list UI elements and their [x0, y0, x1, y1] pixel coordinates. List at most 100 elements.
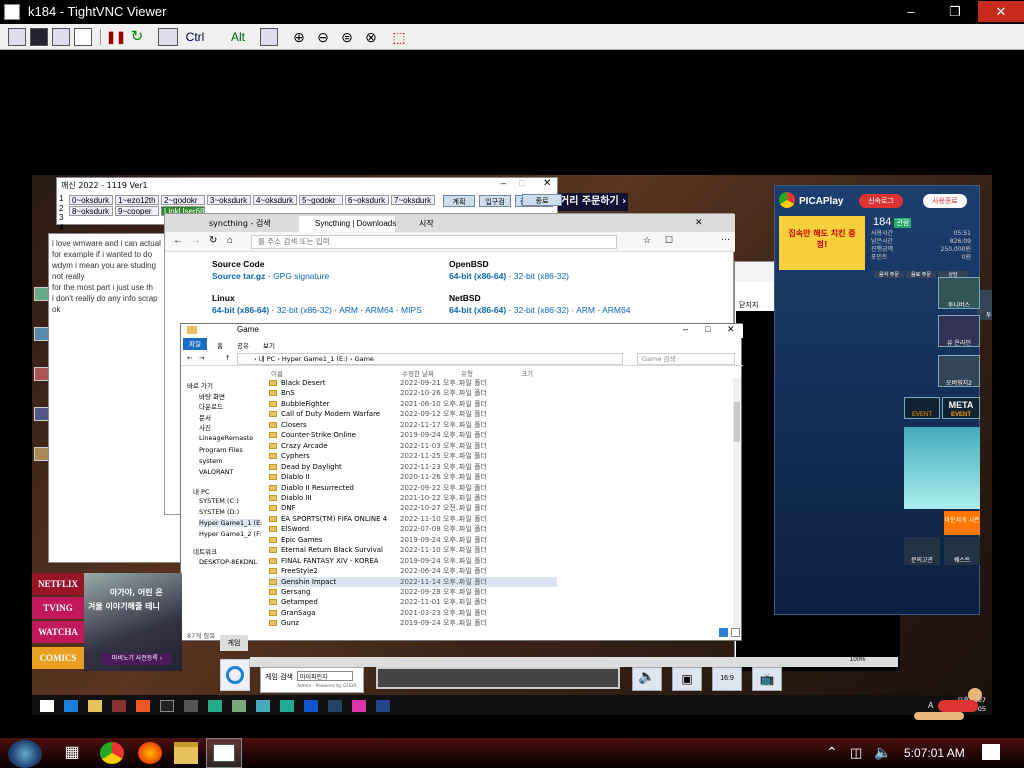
resolution-icon[interactable]: 16:9 — [712, 667, 742, 691]
download-link[interactable]: 64-bit (x86-64) — [449, 271, 506, 281]
file-row[interactable]: Gersang 2022-09-28 오후... 파일 폴더 — [269, 587, 557, 597]
file-row[interactable]: Dead by Daylight 2022-11-23 오후... 파일 폴더 — [269, 462, 557, 472]
tightvnc-taskbar-button[interactable] — [206, 738, 242, 768]
game-tile[interactable]: 오버워치2 — [938, 355, 980, 387]
tving-button[interactable]: TVING — [32, 597, 84, 619]
game-search-input[interactable]: 마이파인자 — [297, 671, 353, 681]
explorer-search-input[interactable]: Game 검색 — [637, 353, 735, 365]
ad-banner[interactable] — [904, 427, 980, 509]
zoom-level[interactable]: 100% — [850, 657, 865, 663]
file-row[interactable]: BubbleFighter 2021-06-10 오후... 파일 폴더 — [269, 399, 557, 409]
explorer-close-icon[interactable]: ✕ — [727, 324, 735, 335]
show-hidden-icons-icon[interactable]: ⌃ — [826, 744, 838, 761]
scrollbar-thumb[interactable] — [734, 402, 740, 442]
breadcrumb-item[interactable]: 내 PC — [259, 355, 276, 363]
file-row[interactable]: FINAL FANTASY XIV - KOREA 2019-09-24 오후..… — [269, 556, 557, 566]
sheet-action-button[interactable]: 종료 — [522, 194, 562, 206]
start-icon[interactable] — [40, 700, 54, 712]
refresh-icon[interactable]: ↻ — [128, 27, 146, 47]
taskbar-app-icon[interactable] — [376, 700, 390, 712]
sheet-cell[interactable]: 2~godokr — [161, 195, 205, 205]
home-icon[interactable]: ⌂ — [227, 235, 233, 246]
breadcrumb-item[interactable]: Hyper Game1_1 (E:) — [282, 355, 348, 363]
ribbon-tab[interactable]: 홈 — [217, 340, 223, 350]
nav-forward-icon[interactable]: → — [199, 354, 204, 362]
info-icon[interactable] — [74, 28, 92, 46]
sheet-minimize-icon[interactable]: – — [501, 178, 506, 188]
file-list-scrollbar[interactable] — [733, 378, 741, 628]
taskbar-app-icon[interactable] — [280, 700, 294, 712]
explorer-minimize-icon[interactable]: – — [683, 324, 688, 334]
sheet-cell[interactable]: 3~oksdurk — [207, 195, 251, 205]
download-link[interactable]: ARM64 — [602, 305, 630, 315]
zoom-auto-icon[interactable]: ⊗ — [362, 27, 380, 47]
quest-button[interactable]: 퀘스트 — [944, 537, 980, 565]
file-row[interactable]: Counter-Strike Online 2019-09-24 오후... 파일 … — [269, 430, 557, 440]
download-link[interactable]: 64-bit (x86-64) — [212, 305, 269, 315]
sheet-cell[interactable]: 4~oksdurk — [253, 195, 297, 205]
file-row[interactable]: DNF 2022-10-27 오전... 파일 폴더 — [269, 503, 557, 513]
volume-icon[interactable]: 🔈 — [632, 667, 662, 691]
comics-button[interactable]: COMICS — [32, 647, 84, 669]
taskbar-app-icon[interactable] — [304, 700, 318, 712]
close-button[interactable]: ✕ — [978, 1, 1024, 22]
breadcrumb[interactable]: › 내 PC › Hyper Game1_1 (E:) › Game — [237, 353, 623, 365]
browser-close-icon[interactable]: ✕ — [695, 217, 703, 228]
chicken-banner[interactable]: 집속만 해도 치킨 증정! — [779, 216, 865, 270]
maximize-button[interactable]: ❐ — [932, 1, 978, 22]
file-row[interactable]: Closers 2022-11-17 오후... 파일 폴더 — [269, 420, 557, 430]
file-row[interactable]: FreeStyle2 2022-06-24 오후... 파일 폴더 — [269, 566, 557, 576]
zoom-in-icon[interactable]: ⊕ — [290, 27, 308, 47]
download-link[interactable]: 32-bit (x86-32) — [514, 305, 569, 315]
back-icon[interactable]: ← — [173, 235, 183, 246]
game-search-box[interactable]: 게임 검색 마이파인자 Admin · Powered by GUDR — [260, 667, 364, 693]
pause-icon[interactable]: ❚❚ — [106, 27, 126, 47]
event-tile[interactable]: EVENT — [904, 397, 940, 419]
file-row[interactable]: GranSaga 2021-03-23 오후... 파일 폴더 — [269, 608, 557, 618]
browser-tab[interactable]: syncthing - 검색 — [193, 216, 285, 232]
download-link[interactable]: ARM64 — [365, 305, 393, 315]
ctrl-key-button[interactable]: Ctrl — [182, 27, 208, 47]
file-row[interactable]: Getamped 2022-11-01 오후... 파일 폴더 — [269, 597, 557, 607]
zoom-100-icon[interactable]: ⊜ — [338, 27, 356, 47]
download-link[interactable]: 32-bit (x86-32) — [277, 305, 332, 315]
sheet-cell[interactable]: 9~cooper — [115, 206, 159, 216]
ribbon-tab[interactable]: 공유 — [237, 340, 249, 350]
file-row[interactable]: Eternal Return Black Survival 2022-11-10 … — [269, 545, 557, 555]
file-row[interactable]: BnS 2022-10-26 오후... 파일 폴더 — [269, 388, 557, 398]
file-row[interactable]: Genshin Impact 2022-11-14 오후... 파일 폴더 — [269, 576, 557, 587]
task-view-icon[interactable]: ▦ — [60, 742, 84, 764]
forward-icon[interactable]: → — [191, 235, 201, 246]
download-link[interactable]: ARM — [576, 305, 595, 315]
sheet-cell[interactable]: 0~oksdurk — [69, 195, 113, 205]
column-header[interactable]: 유형 — [461, 368, 473, 378]
column-header[interactable]: 크기 — [521, 368, 533, 378]
ribbon-tab[interactable]: 보기 — [263, 340, 275, 350]
network-icon[interactable]: ◫ — [850, 745, 862, 761]
remote-screen[interactable]: i love wmware and i can actual for examp… — [0, 50, 1024, 738]
ribbon-tab[interactable]: 파일 — [183, 338, 207, 350]
file-row[interactable]: Cyphers 2022-11-25 오후... 파일 폴더 — [269, 451, 557, 461]
file-row[interactable]: Crazy Arcade 2022-11-03 오후... 파일 폴더 — [269, 441, 557, 451]
remote-desktop[interactable]: i love wmware and i can actual for examp… — [32, 175, 992, 715]
mabinogi-ad[interactable]: 아가야, 어린 온 겨울 이야기해줄 테니 마비노기 사전등록 › — [84, 573, 182, 671]
alt-key-button[interactable]: Alt — [228, 27, 248, 47]
file-row[interactable]: Black Desert 2022-09-21 오후... 파일 폴더 — [269, 378, 557, 388]
download-link[interactable]: 64-bit (x86-64) — [449, 305, 506, 315]
ie-icon[interactable] — [220, 659, 250, 691]
clipboard-icon[interactable] — [260, 28, 278, 46]
taskbar-app-icon[interactable] — [184, 700, 198, 712]
chrome-icon[interactable] — [779, 192, 795, 208]
volume-icon[interactable]: 🔈 — [874, 744, 891, 761]
taskbar-app-icon[interactable] — [112, 700, 126, 712]
file-row[interactable]: Gunz 2019-09-24 오후... 파일 폴더 — [269, 618, 557, 628]
promo-card[interactable]: 문의고관 — [904, 537, 940, 565]
sheet-maximize-icon[interactable]: □ — [519, 178, 524, 188]
file-row[interactable]: Call of Duty Modern Warfare 2022-09-12 오후… — [269, 409, 557, 419]
sheet-cell[interactable]: 6~oksdurk — [345, 195, 389, 205]
sheet-cell[interactable]: 7~oksdurk — [391, 195, 435, 205]
monitor-icon[interactable]: ▣ — [672, 667, 702, 691]
file-list[interactable]: Black Desert 2022-09-21 오후... 파일 폴더 BnS 2022… — [181, 378, 733, 628]
sheet-close-icon[interactable]: ✕ — [543, 178, 551, 189]
logout-button[interactable]: 사용종료 — [923, 194, 967, 208]
